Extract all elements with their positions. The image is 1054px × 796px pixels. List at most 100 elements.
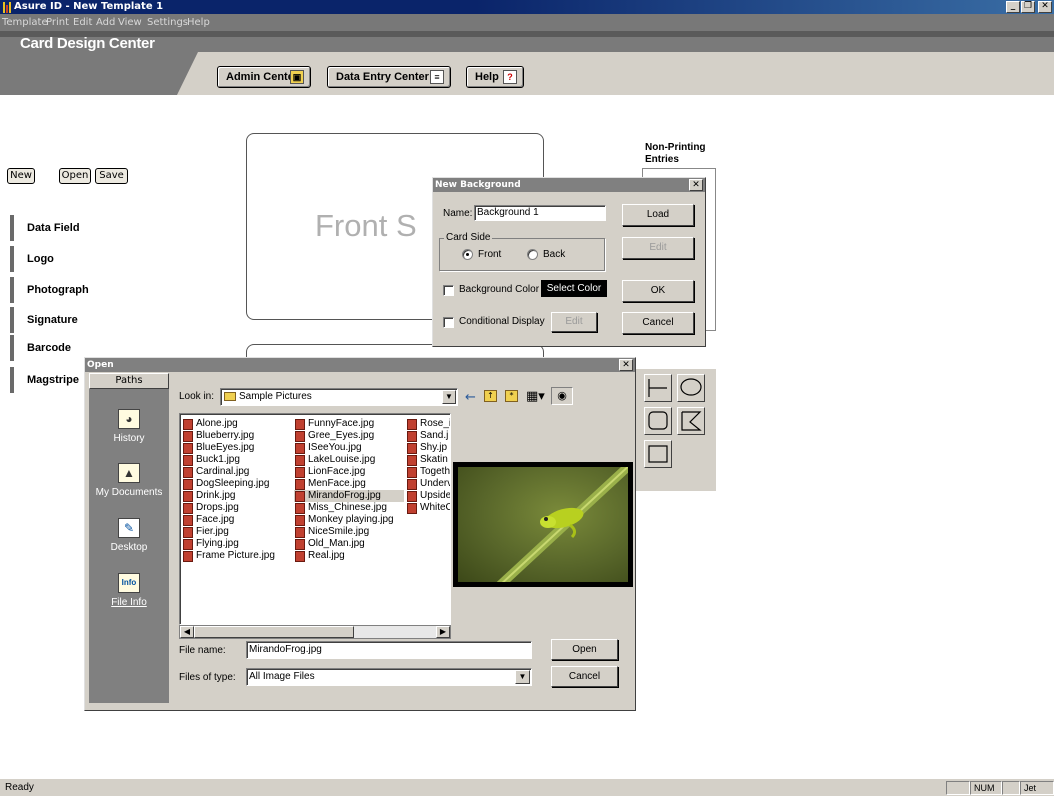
frog-preview-image (496, 467, 628, 582)
file-list-item[interactable]: LionFace.jpg (294, 466, 404, 478)
file-list-item[interactable]: BlueEyes.jpg (182, 442, 292, 454)
file-list-item[interactable]: Flying.jpg (182, 538, 292, 550)
file-list-item[interactable]: Upside (406, 490, 450, 502)
background-color-label: Background Color (459, 284, 540, 295)
file-list-item[interactable]: MenFace.jpg (294, 478, 404, 490)
menu-add[interactable]: Add (96, 14, 115, 31)
sidebar-item-magstripe[interactable]: Magstripe (10, 367, 85, 393)
file-list-item[interactable]: Alone.jpg (182, 418, 292, 430)
scroll-right-button[interactable]: ▶ (436, 626, 450, 638)
look-in-select[interactable]: Sample Pictures (220, 388, 458, 406)
background-name-field[interactable]: Background 1 (474, 205, 606, 221)
close-dialog-button[interactable]: ✕ (619, 359, 633, 371)
file-list-item[interactable]: Cardinal.jpg (182, 466, 292, 478)
background-color-checkbox[interactable] (443, 285, 454, 296)
polygon-tool-button[interactable] (677, 407, 705, 435)
close-window-button[interactable]: ✕ (1038, 1, 1052, 13)
file-list-item[interactable]: Buck1.jpg (182, 454, 292, 466)
file-list-item[interactable]: LakeLouise.jpg (294, 454, 404, 466)
history-icon: ◕ (118, 409, 140, 429)
file-list-item[interactable]: Real.jpg (294, 550, 404, 562)
file-list-item[interactable]: Drink.jpg (182, 490, 292, 502)
rectangle-tool-button[interactable] (644, 440, 672, 468)
files-of-type-dropdown-arrow[interactable]: ▼ (515, 670, 530, 684)
path-history[interactable]: ◕ History (89, 409, 169, 444)
menu-edit[interactable]: Edit (73, 14, 92, 31)
sidebar-item-label: Signature (27, 314, 78, 326)
file-list-item[interactable]: Gree_Eyes.jpg (294, 430, 404, 442)
card-front-placeholder: Front S (315, 208, 417, 243)
file-column: Rose_i Sand.j Shy.jp Skatin Togeth Underv Upsi… (406, 418, 450, 514)
file-list-item[interactable]: Blueberry.jpg (182, 430, 292, 442)
sidebar-item-logo[interactable]: Logo (10, 246, 85, 272)
cancel-button[interactable]: Cancel (622, 312, 694, 334)
close-dialog-button[interactable]: ✕ (689, 179, 703, 191)
back-radio[interactable] (527, 249, 538, 260)
file-list-item[interactable]: Rose_i (406, 418, 450, 430)
ok-button[interactable]: OK (622, 280, 694, 302)
help-button[interactable]: Help ? (466, 66, 524, 88)
ellipse-tool-button[interactable] (677, 374, 705, 402)
menu-help[interactable]: Help (187, 14, 210, 31)
save-button[interactable]: Save (95, 168, 128, 184)
file-list-item[interactable]: Shy.jp (406, 442, 450, 454)
front-radio[interactable] (462, 249, 473, 260)
horizontal-scrollbar[interactable]: ◀ ▶ (179, 625, 451, 639)
scroll-left-button[interactable]: ◀ (180, 626, 194, 638)
file-list-item[interactable]: Sand.j (406, 430, 450, 442)
file-list-item[interactable]: Face.jpg (182, 514, 292, 526)
restore-button[interactable]: ❐ (1021, 1, 1035, 13)
file-list-item[interactable]: Underv (406, 478, 450, 490)
file-list-item[interactable]: Fier.jpg (182, 526, 292, 538)
menu-template[interactable]: Template (2, 14, 48, 31)
up-folder-icon[interactable]: ↑ (484, 390, 497, 402)
window-title: Asure ID - New Template 1 (14, 1, 164, 12)
path-file-info[interactable]: Info File Info (89, 573, 169, 608)
path-my-documents[interactable]: ▲ My Documents (89, 463, 169, 498)
select-color-button[interactable]: Select Color (541, 280, 607, 297)
open-button[interactable]: Open (551, 639, 618, 660)
file-list-item[interactable]: NiceSmile.jpg (294, 526, 404, 538)
file-list[interactable]: Alone.jpg Blueberry.jpg BlueEyes.jpg Buck1.… (179, 413, 451, 625)
admin-center-button[interactable]: Admin Center ▣ (217, 66, 311, 88)
data-entry-center-button[interactable]: Data Entry Center ≡ (327, 66, 451, 88)
sidebar-item-data-field[interactable]: Data Field (10, 215, 85, 241)
rounded-rect-tool-button[interactable] (644, 407, 672, 435)
sidebar-item-photograph[interactable]: Photograph (10, 277, 89, 303)
scroll-thumb[interactable] (194, 626, 354, 638)
back-arrow-icon[interactable]: ← (465, 390, 476, 405)
files-of-type-select[interactable]: All Image Files (246, 668, 532, 686)
file-list-item[interactable]: Frame Picture.jpg (182, 550, 292, 562)
path-desktop[interactable]: ✎ Desktop (89, 518, 169, 553)
file-list-item[interactable]: WhiteC (406, 502, 450, 514)
line-tool-button[interactable] (644, 374, 672, 402)
new-folder-icon[interactable]: * (505, 390, 518, 402)
menu-print[interactable]: Print (46, 14, 69, 31)
look-in-dropdown-arrow[interactable]: ▼ (442, 390, 456, 404)
sidebar-item-signature[interactable]: Signature (10, 307, 85, 333)
file-list-item[interactable]: Togeth (406, 466, 450, 478)
view-menu-icon[interactable]: ▦▾ (526, 389, 545, 404)
cancel-button[interactable]: Cancel (551, 666, 618, 687)
file-list-item[interactable]: Drops.jpg (182, 502, 292, 514)
open-button[interactable]: Open (59, 168, 91, 184)
file-name-input[interactable]: MirandoFrog.jpg (246, 641, 532, 659)
file-list-item[interactable]: ISeeYou.jpg (294, 442, 404, 454)
conditional-display-checkbox[interactable] (443, 317, 454, 328)
preview-toggle-icon[interactable]: ◉ (551, 387, 573, 405)
file-list-item[interactable]: DogSleeping.jpg (182, 478, 292, 490)
menu-view[interactable]: View (118, 14, 142, 31)
load-button[interactable]: Load (622, 204, 694, 226)
file-list-item[interactable]: Old_Man.jpg (294, 538, 404, 550)
file-list-item[interactable]: Miss_Chinese.jpg (294, 502, 404, 514)
file-list-item[interactable]: Skatin (406, 454, 450, 466)
minimize-button[interactable]: _ (1006, 1, 1020, 13)
new-button[interactable]: New (7, 168, 35, 184)
conditional-edit-button[interactable]: Edit (551, 312, 597, 332)
file-list-item[interactable]: FunnyFace.jpg (294, 418, 404, 430)
sidebar-item-barcode[interactable]: Barcode (10, 335, 85, 361)
file-list-item[interactable]: Monkey playing.jpg (294, 514, 404, 526)
menu-settings[interactable]: Settings (147, 14, 188, 31)
file-list-item[interactable]: MirandoFrog.jpg (294, 490, 404, 502)
edit-button[interactable]: Edit (622, 237, 694, 259)
